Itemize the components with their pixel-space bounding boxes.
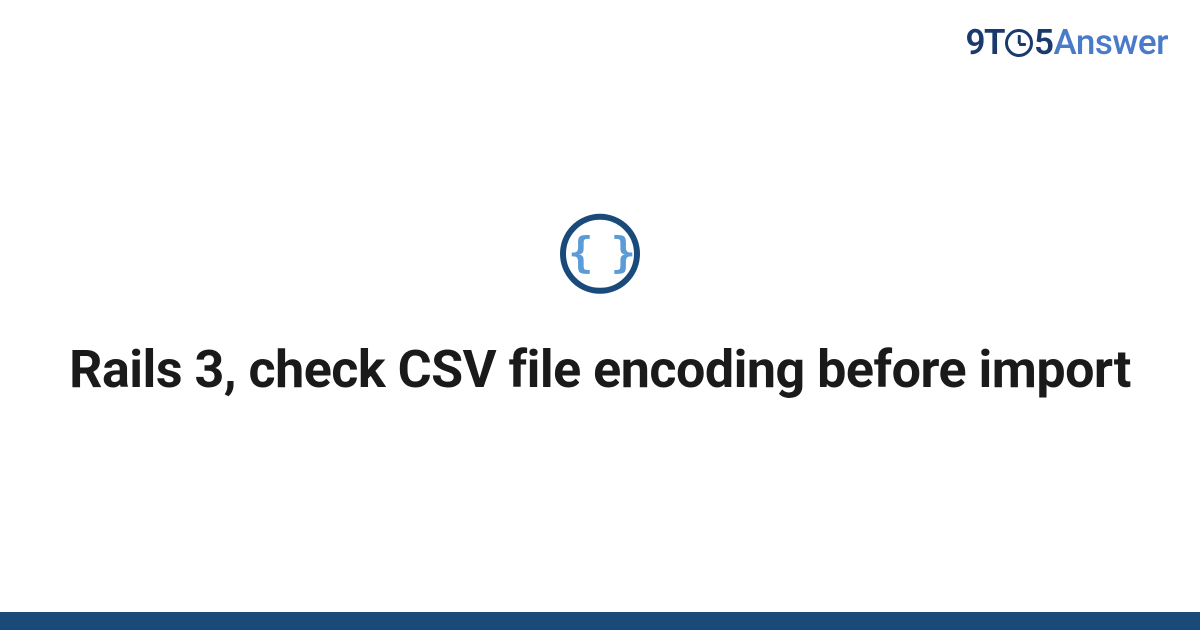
- brand-part-five: 5: [1034, 22, 1054, 63]
- brand-part-t: T: [984, 22, 1005, 63]
- brand-part-nine: 9: [965, 22, 985, 63]
- bottom-accent-bar: [0, 612, 1200, 630]
- category-icon-ring: { }: [560, 214, 640, 294]
- clock-icon: [1005, 29, 1033, 57]
- brand-logo: 9 T 5 Answer: [965, 22, 1168, 63]
- question-title: Rails 3, check CSV file encoding before …: [9, 338, 1191, 401]
- main-content: { } Rails 3, check CSV file encoding bef…: [0, 214, 1200, 401]
- code-braces-icon: { }: [568, 227, 632, 276]
- brand-part-answer: Answer: [1054, 22, 1169, 63]
